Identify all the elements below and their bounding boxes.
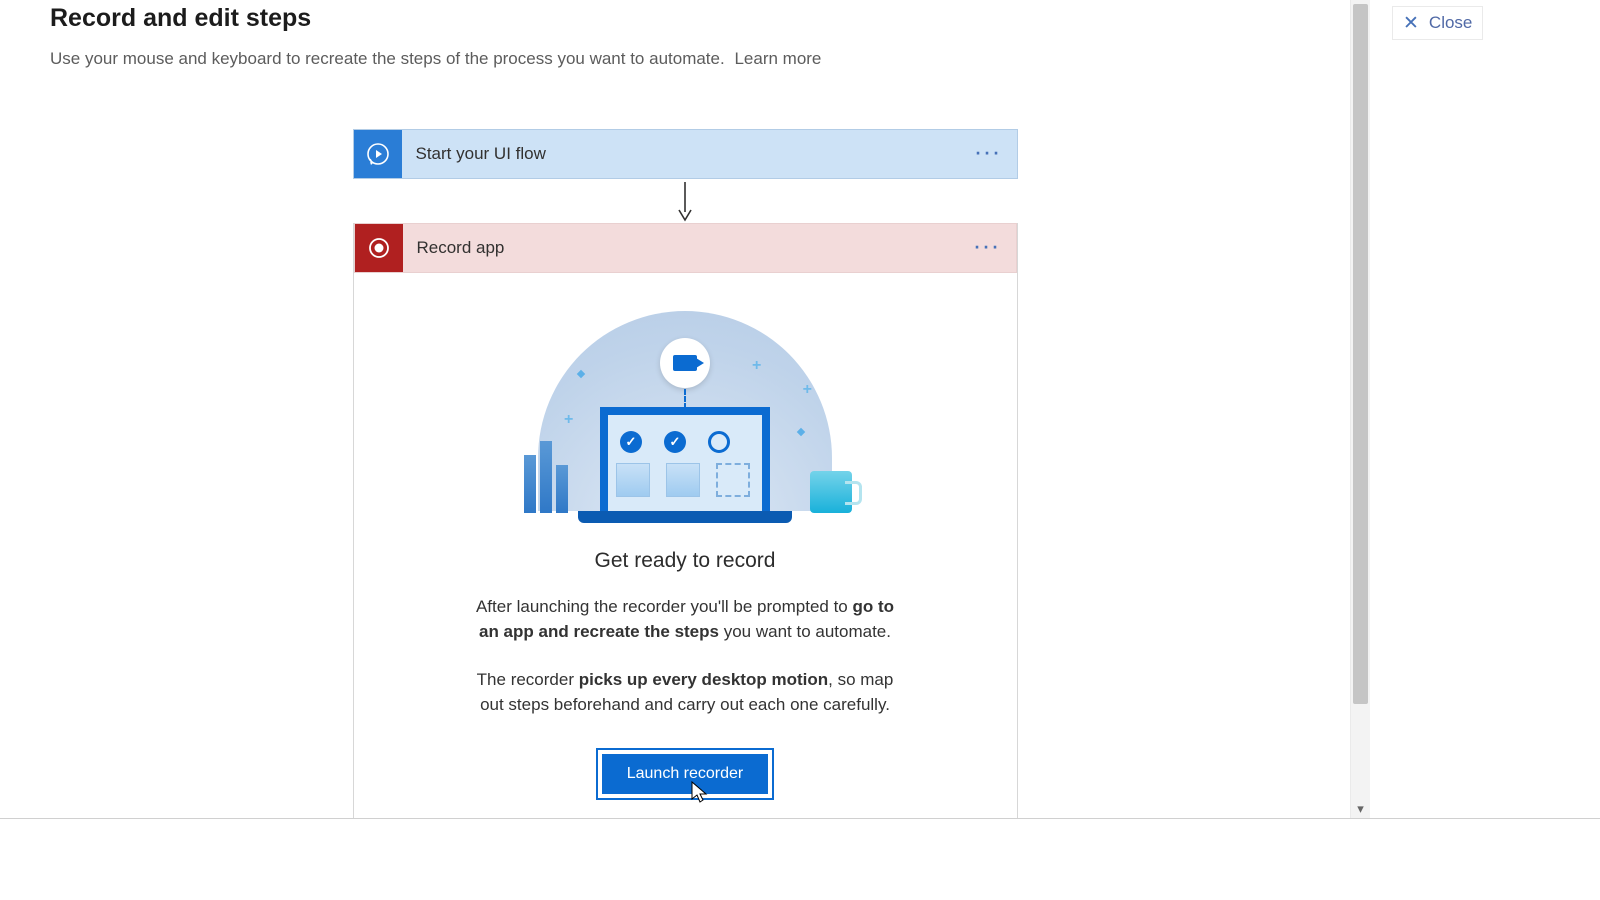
step-start-more-button[interactable]: ··· <box>976 144 1003 165</box>
scrollbar-down-arrow-icon[interactable]: ▾ <box>1351 800 1370 818</box>
step-record-header[interactable]: Record app ··· <box>354 223 1017 273</box>
close-icon: ✕ <box>1403 14 1419 33</box>
step-record-app: Record app ··· ✓✓ <box>353 223 1018 818</box>
step-start-label: Start your UI flow <box>416 144 546 164</box>
page-title: Record and edit steps <box>50 4 1320 33</box>
launch-recorder-button[interactable]: Launch recorder <box>602 754 769 794</box>
play-cycle-icon <box>354 130 402 178</box>
vertical-scrollbar[interactable]: ▾ <box>1350 0 1370 818</box>
flow-arrow-icon <box>353 179 1018 223</box>
main-scroll-region[interactable]: Record and edit steps Use your mouse and… <box>20 0 1350 818</box>
close-button[interactable]: ✕ Close <box>1392 6 1483 40</box>
recorder-illustration: ✓✓ + + + <box>520 311 850 531</box>
recorder-ready-title: Get ready to record <box>394 549 977 573</box>
launch-recorder-focus-ring: Launch recorder <box>596 748 775 800</box>
scrollbar-thumb[interactable] <box>1353 4 1368 704</box>
close-label: Close <box>1429 13 1472 33</box>
step-record-label: Record app <box>417 238 505 258</box>
recorder-paragraph-1: After launching the recorder you'll be p… <box>465 595 905 644</box>
footer-divider <box>0 818 1600 819</box>
step-record-more-button[interactable]: ··· <box>975 238 1002 259</box>
step-start-ui-flow[interactable]: Start your UI flow ··· <box>353 129 1018 179</box>
page-subtitle: Use your mouse and keyboard to recreate … <box>50 49 725 68</box>
record-icon <box>355 224 403 272</box>
flow-canvas: Start your UI flow ··· <box>353 129 1018 818</box>
recorder-paragraph-2: The recorder picks up every desktop moti… <box>465 668 905 717</box>
learn-more-link[interactable]: Learn more <box>734 49 821 68</box>
right-side-panel <box>1380 0 1600 818</box>
